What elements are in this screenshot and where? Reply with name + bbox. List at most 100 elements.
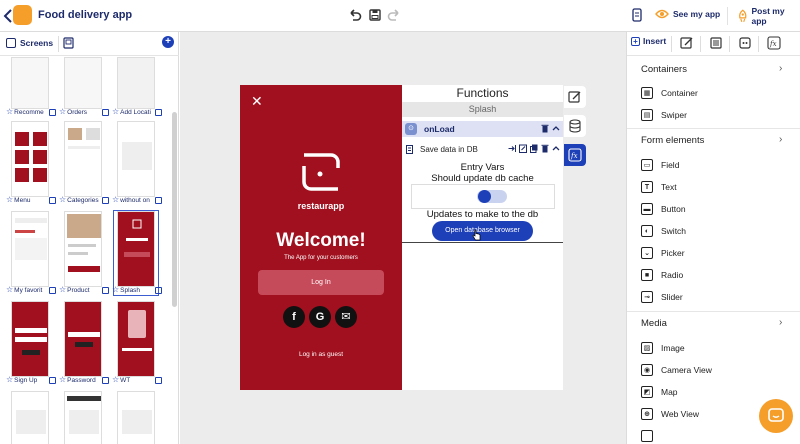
star-icon[interactable]: ☆ (59, 285, 66, 295)
post-my-app-button[interactable]: Post my app (727, 6, 800, 26)
screen-thumb[interactable]: ☆ Orders (59, 56, 109, 118)
mail-icon[interactable]: ✉ (335, 306, 357, 328)
screen-menu-icon[interactable] (102, 376, 109, 384)
screen-thumb[interactable] (113, 390, 159, 444)
screen-thumb[interactable]: ☆ Menu (6, 120, 56, 206)
screen-menu-icon[interactable] (155, 196, 162, 204)
section-containers[interactable]: Containers (641, 64, 687, 75)
move-icon[interactable] (508, 144, 516, 153)
edit-tab-icon[interactable] (680, 36, 694, 50)
action-save-data-in-db[interactable]: Save data in DB (402, 142, 563, 157)
star-icon[interactable]: ☆ (112, 107, 119, 117)
screen-menu-icon[interactable] (102, 286, 109, 294)
screens-scrollbar[interactable] (172, 112, 177, 307)
screen-menu-icon[interactable] (49, 286, 56, 294)
star-icon[interactable]: ☆ (112, 195, 119, 205)
trash-icon[interactable] (541, 144, 549, 153)
component-radio[interactable]: ■ Radio (641, 269, 683, 281)
screen-thumb[interactable] (7, 390, 53, 444)
screen-thumb[interactable]: ☆ Add Locati (112, 56, 162, 118)
onload-event-row[interactable]: ⊙ onLoad (402, 121, 563, 137)
insert-tab[interactable]: + Insert (631, 36, 666, 46)
copy-icon[interactable] (530, 144, 538, 153)
screen-thumb[interactable]: ☆ Product (59, 210, 109, 296)
component-picker[interactable]: ⌄ Picker (641, 247, 685, 259)
database-tab[interactable] (564, 115, 586, 137)
star-icon[interactable]: ☆ (6, 107, 13, 117)
screen-thumb[interactable]: ☆ Password (59, 300, 109, 386)
screen-menu-icon[interactable] (49, 108, 56, 116)
functions-tab[interactable]: fx (564, 144, 586, 166)
save-icon[interactable] (367, 7, 383, 23)
screen-thumb[interactable]: ☆ My favorit (6, 210, 56, 296)
screen-thumb[interactable]: ☆ WT (112, 300, 162, 386)
star-icon[interactable]: ☆ (6, 195, 13, 205)
component-swiper[interactable]: ▤ Swiper (641, 109, 687, 121)
screen-menu-icon[interactable] (155, 376, 162, 384)
star-icon[interactable]: ☆ (6, 375, 13, 385)
star-icon[interactable]: ☆ (6, 285, 13, 295)
component-slider[interactable]: ⊸ Slider (641, 291, 683, 303)
component-button[interactable]: ▬ Button (641, 203, 686, 215)
functions-tab-icon[interactable]: fx (767, 36, 781, 50)
component-text[interactable]: T Text (641, 181, 677, 193)
chevron-right-icon[interactable]: › (779, 134, 782, 145)
facebook-icon[interactable]: f (283, 306, 305, 328)
app-logo (13, 5, 32, 25)
see-my-app-button[interactable]: See my app (655, 9, 720, 19)
screen-menu-icon[interactable] (102, 108, 109, 116)
undo-icon[interactable] (347, 7, 363, 23)
component-icon (641, 430, 653, 442)
collapse-chevron-icon[interactable] (552, 124, 560, 133)
screen-thumb[interactable]: ☆ Categories (59, 120, 109, 206)
screen-menu-icon[interactable] (49, 376, 56, 384)
screen-thumb-selected[interactable]: ☆ Splash (112, 210, 162, 296)
drag-handle-icon[interactable] (406, 145, 413, 154)
screen-thumb[interactable]: ☆ Sign Up (6, 300, 56, 386)
open-database-browser-button[interactable]: Open database browser (432, 221, 533, 241)
component-camera-view[interactable]: ◉ Camera View (641, 364, 712, 376)
screen-menu-icon[interactable] (155, 108, 162, 116)
screen-menu-icon[interactable] (155, 286, 162, 294)
star-icon[interactable]: ☆ (59, 107, 66, 117)
screen-folder-icon[interactable] (63, 37, 74, 49)
component-map[interactable]: ◩ Map (641, 386, 678, 398)
log-in-button[interactable]: Log In (258, 270, 384, 295)
star-icon[interactable]: ☆ (59, 195, 66, 205)
screen-thumb[interactable]: ☆ without on (112, 120, 162, 206)
select-all-checkbox[interactable] (6, 38, 16, 48)
close-icon[interactable]: ✕ (251, 93, 263, 110)
google-icon[interactable]: G (309, 306, 331, 328)
chevron-right-icon[interactable]: › (779, 63, 782, 74)
update-db-cache-toggle[interactable] (477, 190, 507, 203)
log-in-as-guest-link[interactable]: Log in as guest (240, 351, 402, 358)
phone-preview[interactable]: ✕ restaurapp Welcome! The App for your c… (240, 85, 402, 390)
section-form-elements[interactable]: Form elements (641, 135, 704, 146)
star-icon[interactable]: ☆ (112, 285, 119, 295)
component-switch[interactable]: ◐ Switch (641, 225, 686, 237)
screen-menu-icon[interactable] (102, 196, 109, 204)
plugins-tab-icon[interactable] (738, 36, 752, 50)
star-icon[interactable]: ☆ (112, 375, 119, 385)
edit-properties-tab[interactable] (564, 86, 586, 108)
device-settings-icon[interactable] (631, 8, 643, 22)
component-image[interactable]: ▨ Image (641, 342, 685, 354)
add-screen-button[interactable]: + (162, 36, 174, 48)
component-web-view[interactable]: ⊕ Web View (641, 408, 699, 420)
component-partial[interactable] (641, 430, 653, 442)
screen-menu-icon[interactable] (49, 196, 56, 204)
layers-tab-icon[interactable] (709, 36, 723, 50)
trash-icon[interactable] (541, 124, 549, 133)
screen-thumb[interactable]: ☆ Recomme (6, 56, 56, 118)
chevron-right-icon[interactable]: › (779, 317, 782, 328)
section-media[interactable]: Media (641, 318, 667, 329)
star-icon[interactable]: ☆ (59, 375, 66, 385)
edit-icon[interactable] (519, 144, 527, 153)
screen-thumb[interactable] (60, 390, 106, 444)
collapse-chevron-icon[interactable] (552, 144, 560, 153)
component-container[interactable]: ▦ Container (641, 87, 698, 99)
redo-icon[interactable] (386, 7, 402, 23)
component-field[interactable]: ▭ Field (641, 159, 679, 171)
eye-icon (655, 9, 669, 19)
chat-support-button[interactable] (759, 399, 793, 433)
